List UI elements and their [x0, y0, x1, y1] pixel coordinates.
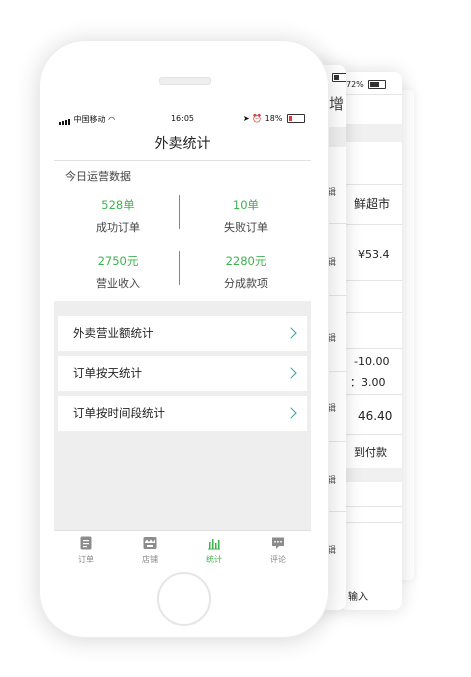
back-price: ¥53.4	[358, 248, 390, 261]
stat-value: 2750元	[97, 254, 139, 268]
tab-bar: 订单 店铺 统计 评论	[54, 530, 311, 569]
battery-percent: 18%	[264, 114, 283, 123]
tab-label: 订单	[78, 555, 94, 564]
chevron-right-icon	[285, 327, 297, 339]
document-icon	[80, 536, 92, 550]
back-payment: 到付款	[354, 446, 387, 459]
tab-statistics[interactable]: 统计	[182, 531, 246, 569]
comment-icon	[272, 537, 284, 549]
stat-label: 成功订单	[96, 221, 140, 234]
back-discount: -10.00	[354, 355, 390, 368]
status-bar: 中国移动 ◠ 16:05 ➤ ⏰ 18%	[54, 111, 311, 128]
phone-speaker	[159, 77, 211, 85]
back-total: 46.40	[358, 409, 393, 423]
store-icon	[143, 537, 157, 549]
tab-orders[interactable]: 订单	[54, 531, 118, 569]
stat-label: 失败订单	[224, 221, 268, 234]
stat-divider	[179, 251, 180, 285]
chevron-right-icon	[285, 407, 297, 419]
stat-value: 2280元	[225, 254, 267, 268]
stat-label: 分成款项	[224, 277, 268, 290]
tab-comments[interactable]: 评论	[246, 531, 310, 569]
tab-label: 评论	[270, 555, 286, 564]
stat-share: 2280元 分成款项	[182, 253, 310, 291]
tab-label: 统计	[206, 555, 222, 564]
stat-failed-orders: 10单 失败订单	[182, 197, 310, 235]
bar-chart-icon	[208, 539, 220, 550]
status-right: ➤ ⏰ 18%	[243, 114, 305, 123]
menu-item-revenue-stats[interactable]: 外卖营业额统计	[58, 316, 307, 351]
stats-card: 今日运营数据 528单 成功订单 10单 失败订单 2750元 营业收入 228…	[54, 161, 311, 301]
stat-value: 10单	[232, 198, 260, 212]
tab-label: 店铺	[142, 555, 158, 564]
menu-item-daily-orders[interactable]: 订单按天统计	[58, 356, 307, 391]
stat-divider	[179, 195, 180, 229]
chevron-right-icon	[285, 367, 297, 379]
back-fee: ：3.00	[350, 376, 386, 389]
stats-section-title: 今日运营数据	[65, 170, 131, 183]
menu-item-label: 订单按天统计	[73, 366, 142, 380]
menu-item-label: 外卖营业额统计	[73, 326, 154, 340]
phone-frame: 中国移动 ◠ 16:05 ➤ ⏰ 18% 外卖统计 今日运营数据 528单 成功…	[39, 40, 329, 638]
back1-battery-icon	[332, 73, 346, 82]
back-shop-name: 鲜超市	[354, 197, 391, 211]
page-title: 外卖统计	[54, 128, 311, 161]
app-screen: 中国移动 ◠ 16:05 ➤ ⏰ 18% 外卖统计 今日运营数据 528单 成功…	[54, 111, 311, 569]
menu-item-period-orders[interactable]: 订单按时间段统计	[58, 396, 307, 431]
stat-revenue: 2750元 营业收入	[54, 253, 182, 291]
battery-icon	[287, 114, 305, 123]
background-phone-order: 72% 鲜超市 ¥53.4 -10.00 ：3.00 46.40 到付款 输入	[340, 72, 402, 610]
stat-label: 营业收入	[96, 277, 140, 290]
back-battery-text: 72%	[346, 80, 364, 89]
tab-store[interactable]: 店铺	[118, 531, 182, 569]
back-battery-icon	[368, 80, 387, 89]
back-status-battery: 72%	[346, 80, 387, 89]
alarm-icon: ⏰	[252, 114, 263, 123]
stat-success-orders: 528单 成功订单	[54, 197, 182, 235]
menu-item-label: 订单按时间段统计	[73, 406, 165, 420]
location-icon: ➤	[242, 114, 250, 123]
back-footer: 输入	[348, 592, 368, 603]
stat-value: 528单	[101, 198, 135, 212]
home-button[interactable]	[157, 572, 211, 626]
